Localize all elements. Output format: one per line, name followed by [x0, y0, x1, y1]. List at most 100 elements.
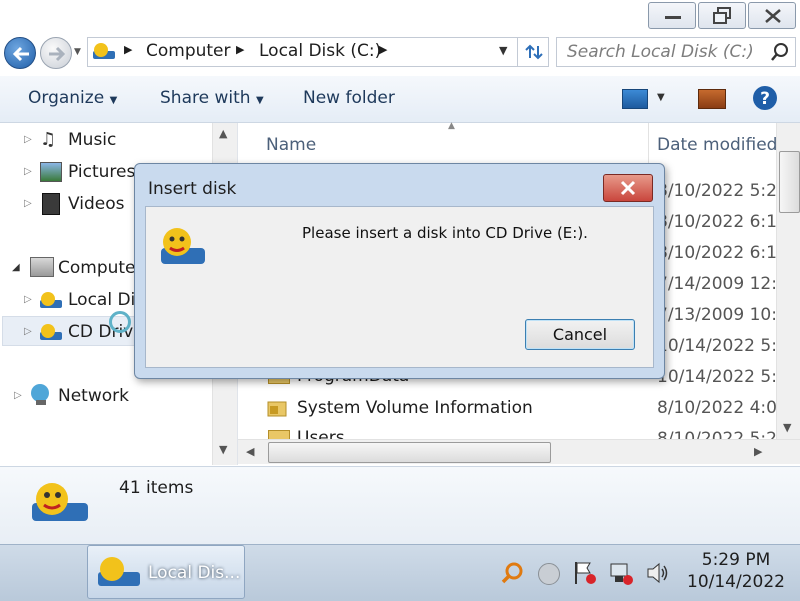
cancel-button[interactable]: Cancel: [525, 319, 635, 350]
expand-icon[interactable]: ▷: [24, 134, 32, 145]
restore-icon: [713, 7, 731, 24]
breadcrumb-local-disk[interactable]: Local Disk (C:): [259, 41, 381, 61]
list-item[interactable]: System Volume Information: [297, 398, 533, 418]
date-cell: 8/10/2022 4:01: [657, 398, 776, 418]
expand-icon[interactable]: ▷: [24, 166, 32, 177]
nav-item-videos[interactable]: Videos: [68, 194, 125, 214]
videos-icon: [42, 193, 60, 215]
network-tray-icon[interactable]: [608, 560, 634, 586]
network-icon: [31, 384, 49, 405]
date-cell: 8/10/2022 6:15: [657, 212, 776, 232]
expand-icon[interactable]: ▷: [24, 326, 32, 337]
search-placeholder: Search Local Disk (C:): [567, 42, 754, 62]
dialog-close-button[interactable]: [603, 174, 653, 202]
preview-pane-icon[interactable]: [698, 89, 726, 109]
column-header-date[interactable]: Date modified: [650, 123, 776, 165]
item-count: 41 items: [119, 478, 194, 498]
taskbar-button-explorer[interactable]: Local Dis...: [87, 545, 245, 599]
scrollbar-thumb[interactable]: [268, 442, 551, 463]
close-icon: [765, 9, 781, 23]
close-button[interactable]: [748, 2, 796, 29]
dialog-title: Insert disk: [148, 179, 237, 199]
minimize-icon: [665, 16, 681, 19]
pictures-icon: [40, 162, 62, 182]
clock-date: 10/14/2022: [687, 572, 785, 592]
music-icon: ♫: [40, 129, 57, 150]
back-button[interactable]: [4, 37, 36, 69]
drive-large-icon: [32, 483, 88, 521]
content-horizontal-scrollbar[interactable]: ◀ ▶: [238, 439, 800, 464]
content-vertical-scrollbar[interactable]: ▼: [776, 123, 800, 439]
search-icon[interactable]: [770, 42, 790, 62]
view-dropdown-icon[interactable]: ▼: [657, 92, 665, 103]
volume-icon[interactable]: [645, 560, 671, 586]
column-header-name-label: Name: [266, 135, 317, 155]
share-with-label: Share with: [160, 88, 251, 108]
expand-icon[interactable]: ▷: [24, 198, 32, 209]
date-cell: 7/13/2009 10:3: [657, 305, 776, 325]
date-cell: 10/14/2022 5:1: [657, 367, 776, 387]
scroll-down-icon[interactable]: ▼: [219, 443, 227, 456]
organize-label: Organize: [28, 88, 105, 108]
back-arrow-icon: [12, 46, 29, 62]
scroll-up-icon[interactable]: ▲: [219, 127, 227, 140]
clock-time: 5:29 PM: [701, 550, 771, 570]
action-center-flag-icon[interactable]: [572, 560, 598, 586]
computer-icon: [30, 257, 54, 277]
restore-button[interactable]: [698, 2, 746, 29]
scrollbar-thumb[interactable]: [779, 151, 800, 213]
chevron-right-icon[interactable]: ▶: [124, 43, 132, 56]
clock[interactable]: 5:29 PM 10/14/2022: [686, 550, 786, 592]
help-icon[interactable]: ?: [752, 85, 778, 111]
address-dropdown-icon[interactable]: ▼: [499, 44, 507, 57]
drive-icon: [93, 43, 115, 59]
date-cell: 8/10/2022 5:24: [657, 181, 776, 201]
column-header-name[interactable]: ▲ Name: [238, 121, 649, 165]
scroll-down-icon[interactable]: ▼: [783, 421, 791, 434]
refresh-button[interactable]: [517, 38, 550, 66]
new-folder-button[interactable]: New folder: [303, 88, 395, 108]
share-with-menu[interactable]: Share with ▼: [160, 88, 264, 108]
magnifier-tray-icon[interactable]: [500, 561, 524, 585]
busy-cursor-icon: [109, 311, 131, 333]
minimize-button[interactable]: [648, 2, 696, 29]
scroll-left-icon[interactable]: ◀: [246, 445, 254, 458]
dialog-message: Please insert a disk into CD Drive (E:).: [302, 224, 588, 242]
forward-arrow-icon: [49, 46, 66, 62]
nav-item-network[interactable]: Network: [58, 386, 129, 406]
collapse-icon[interactable]: ◢: [12, 262, 20, 273]
sort-ascending-icon: ▲: [448, 121, 455, 131]
taskbar-button-label: Local Dis...: [148, 563, 241, 583]
svg-text:?: ?: [760, 89, 770, 109]
forward-button[interactable]: [40, 37, 72, 69]
nav-item-pictures[interactable]: Pictures: [68, 162, 135, 182]
breadcrumb-computer[interactable]: Computer: [146, 41, 231, 61]
local-disk-icon: [40, 292, 62, 308]
nav-item-computer[interactable]: Computer: [58, 258, 143, 278]
date-cell: 10/14/2022 5:1: [657, 336, 776, 356]
expand-icon[interactable]: ▷: [24, 294, 32, 305]
date-cell: 8/10/2022 6:17: [657, 243, 776, 263]
locked-folder-icon: [267, 401, 287, 417]
organize-menu[interactable]: Organize ▼: [28, 88, 117, 108]
view-options-icon[interactable]: [622, 89, 648, 109]
column-header-date-label: Date modified: [657, 135, 776, 155]
date-cell: 7/14/2009 12:5: [657, 274, 776, 294]
drive-icon: [98, 557, 140, 586]
chevron-down-icon: ▼: [255, 95, 264, 106]
chevron-right-icon[interactable]: ▶: [379, 43, 387, 56]
nav-item-cd-drive[interactable]: CD Drive: [68, 322, 144, 342]
close-icon: [620, 180, 636, 196]
chevron-right-icon[interactable]: ▶: [236, 43, 244, 56]
date-column: 8/10/2022 5:24 8/10/2022 6:15 8/10/2022 …: [657, 165, 776, 455]
command-bar: [0, 76, 800, 123]
drive-icon: [161, 228, 205, 264]
refresh-icon: [525, 44, 543, 60]
nav-item-music[interactable]: Music: [68, 130, 116, 150]
status-tray-icon[interactable]: [538, 563, 560, 585]
recent-pages-icon[interactable]: ▼: [74, 47, 81, 57]
scroll-right-icon[interactable]: ▶: [754, 445, 762, 458]
chevron-down-icon: ▼: [109, 95, 118, 106]
expand-icon[interactable]: ▷: [14, 390, 22, 401]
cd-drive-icon: [40, 324, 62, 340]
